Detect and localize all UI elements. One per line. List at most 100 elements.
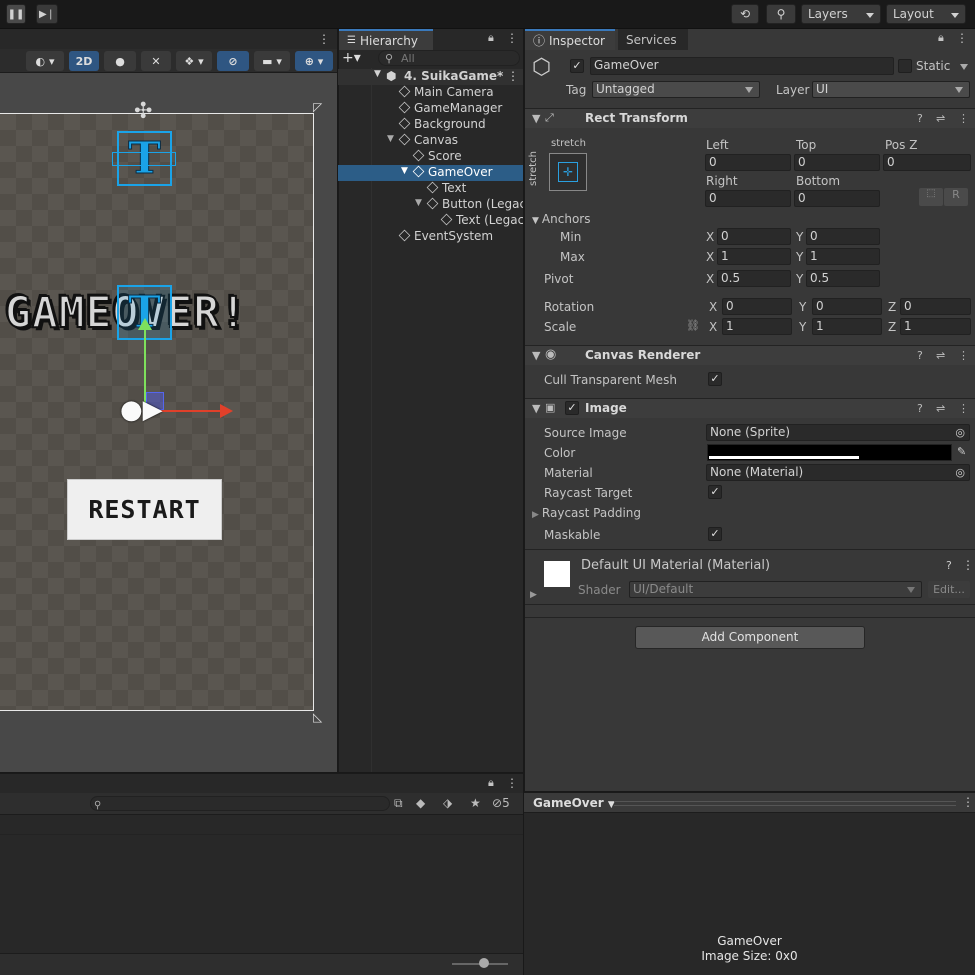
help-icon[interactable]: ? — [917, 349, 923, 362]
layout-dropdown[interactable]: Layout — [886, 4, 966, 24]
active-checkbox[interactable]: ✓ — [570, 59, 584, 73]
expand-arrow-icon[interactable]: ▶ — [530, 590, 537, 600]
project-lock-icon[interactable]: 🔒︎ — [488, 776, 494, 790]
edit-shader-button[interactable]: Edit... — [928, 581, 970, 598]
history-button[interactable]: ⟲ — [731, 4, 759, 24]
scene-menu-icon[interactable]: ⋮ — [318, 32, 330, 46]
canvas-renderer-header[interactable]: ▼ ◉ Canvas Renderer ? ⇌ ⋮ — [525, 345, 975, 365]
posz-field[interactable]: 0 — [883, 154, 971, 171]
component-menu-icon[interactable]: ⋮ — [958, 402, 969, 415]
toggle-2d-button[interactable]: 2D — [69, 51, 99, 71]
top-field[interactable]: 0 — [794, 154, 880, 171]
anchor-max-y-field[interactable]: 1 — [806, 248, 880, 265]
visibility-button[interactable]: ⊘ — [217, 51, 249, 71]
scale-y-field[interactable]: 1 — [812, 318, 882, 335]
inspector-lock-icon[interactable]: 🔒︎ — [938, 31, 944, 45]
preset-icon[interactable]: ⇌ — [936, 112, 945, 125]
hierarchy-menu-icon[interactable]: ⋮ — [506, 31, 518, 45]
static-checkbox[interactable] — [898, 59, 912, 73]
search-scope-icon[interactable]: ⧉ — [394, 796, 403, 811]
constrain-link-icon[interactable]: ⛓ — [686, 319, 700, 332]
lock-icon[interactable]: 🔒︎ — [488, 31, 494, 45]
image-header[interactable]: ▼ ▣ ✓ Image ? ⇌ ⋮ — [525, 398, 975, 418]
hierarchy-item-gamemanager[interactable]: GameManager — [338, 101, 523, 117]
object-picker-icon[interactable]: ◎ — [955, 465, 965, 480]
project-search-input[interactable]: ⚲ — [90, 796, 390, 811]
search-button[interactable]: ⚲ — [766, 4, 796, 24]
tab-services[interactable]: Services — [618, 29, 688, 50]
source-image-field[interactable]: None (Sprite) ◎ — [706, 424, 970, 441]
preset-icon[interactable]: ⇌ — [936, 349, 945, 362]
rotation-y-field[interactable]: 0 — [812, 298, 882, 315]
preview-title-dropdown[interactable]: GameOver ▼ — [533, 796, 615, 810]
effects-button[interactable]: ❖ ▾ — [176, 51, 212, 71]
anchor-min-x-field[interactable]: 0 — [717, 228, 791, 245]
restart-button[interactable]: RESTART — [67, 479, 222, 540]
right-field[interactable]: 0 — [705, 190, 791, 207]
tab-inspector[interactable]: ⓘ Inspector — [525, 29, 615, 50]
hierarchy-item-button-text[interactable]: Text (Legacy) — [338, 213, 523, 229]
audio-button[interactable]: ✕ — [141, 51, 171, 71]
corner-handle-bottom[interactable]: ◺ — [313, 710, 322, 724]
pause-button[interactable]: ❚❚ — [6, 4, 26, 24]
scale-z-field[interactable]: 1 — [900, 318, 971, 335]
image-enabled-checkbox[interactable]: ✓ — [565, 401, 579, 415]
camera-button[interactable]: ▬ ▾ — [254, 51, 290, 71]
eyedropper-icon[interactable]: ✎ — [957, 445, 966, 458]
tag-dropdown[interactable]: Untagged — [592, 81, 760, 98]
bottom-field[interactable]: 0 — [794, 190, 880, 207]
hierarchy-item-scene[interactable]: ▼ ⬢ 4. SuikaGame* ⋮ — [338, 69, 523, 85]
object-picker-icon[interactable]: ◎ — [955, 425, 965, 440]
zoom-slider-thumb[interactable] — [479, 958, 489, 968]
shader-dropdown[interactable]: UI/Default — [629, 581, 922, 598]
hierarchy-item-gameover[interactable]: ▼ GameOver — [338, 165, 523, 181]
anchor-presets-button[interactable]: ✛ — [549, 153, 587, 191]
component-menu-icon[interactable]: ⋮ — [958, 112, 969, 125]
hidden-packages-button[interactable]: ⊘5 — [492, 796, 510, 810]
scene-menu-icon[interactable]: ⋮ — [507, 69, 519, 83]
material-menu-icon[interactable]: ⋮ — [962, 558, 974, 572]
left-field[interactable]: 0 — [705, 154, 791, 171]
arrow-up-icon[interactable] — [138, 318, 152, 330]
type-filter-icon[interactable]: ◆ — [416, 796, 425, 810]
pivot-x-field[interactable]: 0.5 — [717, 270, 791, 287]
rotation-x-field[interactable]: 0 — [722, 298, 792, 315]
help-icon[interactable]: ? — [946, 559, 952, 572]
gizmos-button[interactable]: ⊕ ▾ — [295, 51, 333, 71]
hierarchy-item-background[interactable]: Background — [338, 117, 523, 133]
anchor-min-y-field[interactable]: 0 — [806, 228, 880, 245]
maskable-checkbox[interactable]: ✓ — [708, 527, 722, 541]
project-menu-icon[interactable]: ⋮ — [506, 776, 518, 790]
tab-hierarchy[interactable]: ☰ Hierarchy — [339, 29, 433, 50]
color-swatch[interactable] — [707, 444, 952, 461]
anchor-max-x-field[interactable]: 1 — [717, 248, 791, 265]
step-button[interactable]: ▶❘ — [36, 4, 58, 24]
favorite-icon[interactable]: ★ — [470, 796, 481, 810]
preview-drag-handle[interactable] — [614, 801, 956, 806]
object-name-field[interactable]: GameOver — [590, 57, 894, 75]
static-dropdown-icon[interactable] — [960, 64, 968, 70]
hierarchy-item-eventsystem[interactable]: EventSystem — [338, 229, 523, 245]
material-field[interactable]: None (Material) ◎ — [706, 464, 970, 481]
hierarchy-item-score[interactable]: Score — [338, 149, 523, 165]
raycast-padding-foldout[interactable]: ▶ Raycast Padding — [532, 506, 641, 520]
layer-dropdown[interactable]: UI — [812, 81, 970, 98]
rotation-z-field[interactable]: 0 — [900, 298, 971, 315]
hierarchy-item-main-camera[interactable]: Main Camera — [338, 85, 523, 101]
create-button[interactable]: +▾ — [342, 50, 372, 66]
preset-icon[interactable]: ⇌ — [936, 402, 945, 415]
anchors-foldout[interactable]: ▼ Anchors — [532, 212, 590, 226]
component-menu-icon[interactable]: ⋮ — [958, 349, 969, 362]
blueprint-mode-button[interactable]: ⬚ — [919, 188, 943, 206]
help-icon[interactable]: ? — [917, 112, 923, 125]
pivot-y-field[interactable]: 0.5 — [806, 270, 880, 287]
preview-menu-icon[interactable]: ⋮ — [962, 795, 974, 809]
rect-transform-header[interactable]: ▼ ⤢ Rect Transform ? ⇌ ⋮ — [525, 108, 975, 128]
layers-dropdown[interactable]: Layers — [801, 4, 881, 24]
raw-edit-button[interactable]: R — [944, 188, 968, 206]
hierarchy-item-canvas[interactable]: ▼ Canvas — [338, 133, 523, 149]
help-icon[interactable]: ? — [917, 402, 923, 415]
arrow-right-icon[interactable] — [220, 404, 233, 418]
hierarchy-search-input[interactable]: ⚲ All — [378, 50, 520, 66]
cull-checkbox[interactable]: ✓ — [708, 372, 722, 386]
